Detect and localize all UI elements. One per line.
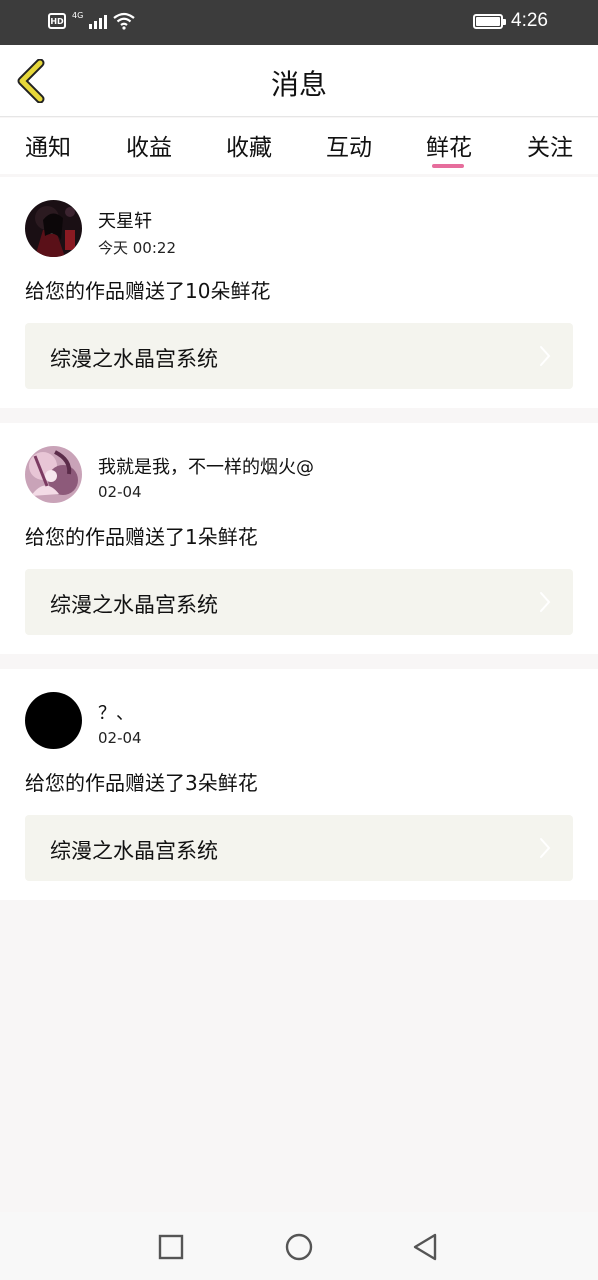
back-triangle-icon[interactable] <box>410 1232 440 1262</box>
user-name[interactable]: ？、 <box>98 699 134 725</box>
tab-favorites[interactable]: 收藏 <box>219 128 279 162</box>
system-nav-bar <box>0 1212 598 1280</box>
tab-flowers[interactable]: 鲜花 <box>419 128 479 162</box>
status-right: 4:26 <box>473 10 548 32</box>
battery-icon <box>473 13 507 29</box>
user-name[interactable]: 我就是我，不一样的烟火@ <box>98 453 314 479</box>
tab-interactions[interactable]: 互动 <box>319 128 379 162</box>
tab-notifications[interactable]: 通知 <box>18 128 78 162</box>
work-link[interactable]: 综漫之水晶宫系统 <box>25 323 573 389</box>
message-card: 我就是我，不一样的烟火@ 02-04 给您的作品赠送了1朵鲜花 综漫之水晶宫系统 <box>0 423 598 654</box>
tab-earnings[interactable]: 收益 <box>119 128 179 162</box>
chevron-right-icon <box>540 838 551 858</box>
active-tab-indicator <box>432 164 464 168</box>
work-link[interactable]: 综漫之水晶宫系统 <box>25 815 573 881</box>
message-text: 给您的作品赠送了1朵鲜花 <box>25 525 258 549</box>
avatar[interactable] <box>25 200 82 257</box>
status-bar: HD 4G 4:26 <box>0 0 598 45</box>
message-time: 今天 00:22 <box>98 239 176 257</box>
page-title: 消息 <box>270 68 327 101</box>
message-text: 给您的作品赠送了3朵鲜花 <box>25 771 258 795</box>
signal-icon <box>89 13 108 29</box>
chevron-right-icon <box>540 346 551 366</box>
app-header: 消息 <box>0 45 598 117</box>
chevron-right-icon <box>540 592 551 612</box>
network-type-label: 4G <box>72 10 84 20</box>
message-card: 天星轩 今天 00:22 给您的作品赠送了10朵鲜花 综漫之水晶宫系统 <box>0 177 598 408</box>
message-time: 02-04 <box>98 729 142 747</box>
recent-apps-icon[interactable] <box>156 1232 186 1262</box>
avatar[interactable] <box>25 692 82 749</box>
work-title: 综漫之水晶宫系统 <box>50 593 218 617</box>
work-title: 综漫之水晶宫系统 <box>50 839 218 863</box>
work-title: 综漫之水晶宫系统 <box>50 347 218 371</box>
avatar[interactable] <box>25 446 82 503</box>
work-link[interactable]: 综漫之水晶宫系统 <box>25 569 573 635</box>
hd-icon: HD <box>48 13 66 29</box>
wifi-icon <box>113 12 135 30</box>
status-left: HD 4G <box>48 10 135 30</box>
message-time: 02-04 <box>98 483 142 501</box>
user-name[interactable]: 天星轩 <box>98 207 152 233</box>
tab-follows[interactable]: 关注 <box>520 128 580 162</box>
message-text: 给您的作品赠送了10朵鲜花 <box>25 279 271 303</box>
home-icon[interactable] <box>284 1232 314 1262</box>
status-time: 4:26 <box>511 10 548 31</box>
tab-bar: 通知 收益 收藏 互动 鲜花 关注 <box>0 118 598 174</box>
message-card: ？、 02-04 给您的作品赠送了3朵鲜花 综漫之水晶宫系统 <box>0 669 598 900</box>
